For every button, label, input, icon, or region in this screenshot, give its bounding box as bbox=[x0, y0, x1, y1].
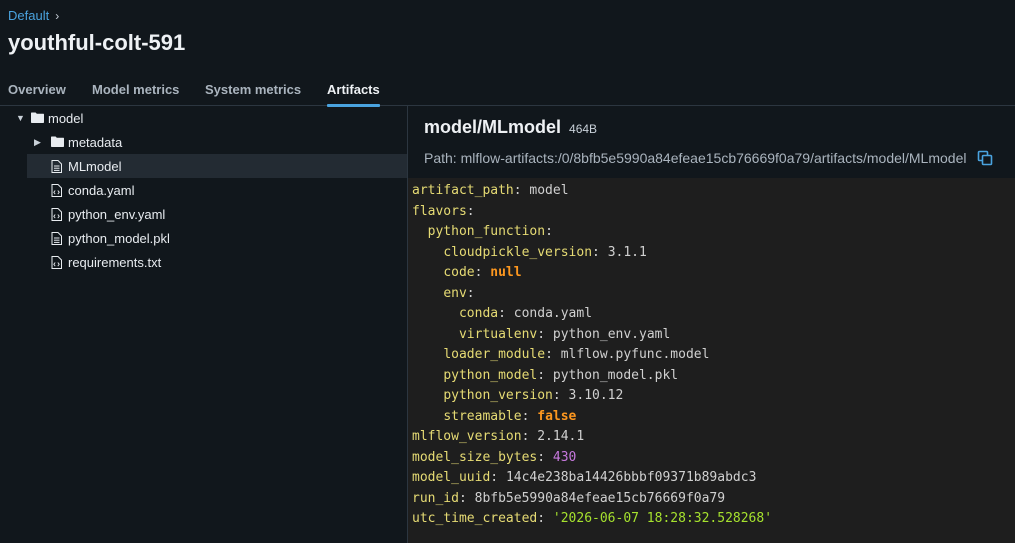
folder-icon bbox=[31, 112, 44, 124]
caret-right-icon[interactable]: ▶ bbox=[34, 137, 44, 148]
artifact-title: model/MLmodel bbox=[424, 117, 562, 137]
code-line: virtualenv: python_env.yaml bbox=[458, 326, 671, 342]
path-value: mlflow-artifacts:/0/8bfb5e5990a84efeae15… bbox=[460, 150, 967, 166]
code-line: python_version: 3.10.12 bbox=[443, 388, 624, 403]
file-code-icon bbox=[51, 184, 63, 197]
copy-icon[interactable] bbox=[977, 150, 993, 166]
code-line: code: null bbox=[443, 265, 522, 280]
tab-bar: Overview Model metrics System metrics Ar… bbox=[0, 82, 1015, 107]
tab-overview[interactable]: Overview bbox=[8, 82, 66, 106]
tree-file-python-model-pkl[interactable]: python_model.pkl bbox=[51, 226, 170, 250]
tree-label: conda.yaml bbox=[68, 182, 135, 198]
code-line: run_id: 8bfb5e5990a84efeae15cb76669f0a79 bbox=[412, 490, 726, 506]
artifact-path: Path: mlflow-artifacts:/0/8bfb5e5990a84e… bbox=[424, 150, 966, 166]
tree-label: python_env.yaml bbox=[68, 206, 166, 222]
file-code-icon bbox=[51, 256, 63, 269]
breadcrumb-link-default[interactable]: Default bbox=[8, 8, 49, 23]
tree-label: MLmodel bbox=[68, 158, 122, 174]
code-line: model_size_bytes: 430 bbox=[412, 449, 577, 465]
code-line: python_model: python_model.pkl bbox=[443, 367, 679, 383]
code-line: utc_time_created: '2026-06-07 18:28:32.5… bbox=[412, 511, 773, 526]
code-line: mlflow_version: 2.14.1 bbox=[412, 429, 585, 444]
breadcrumb: Default › bbox=[8, 8, 59, 23]
tree-file-python-env-yaml[interactable]: python_env.yaml bbox=[51, 202, 165, 226]
file-text-icon bbox=[51, 232, 63, 245]
code-line: cloudpickle_version: 3.1.1 bbox=[443, 244, 647, 260]
code-line: env: bbox=[443, 285, 475, 301]
tree-file-requirements-txt[interactable]: requirements.txt bbox=[51, 250, 161, 274]
tree-label: model bbox=[48, 110, 84, 126]
artifact-content: artifact_path: model flavors: python_fun… bbox=[408, 178, 1015, 543]
artifact-tree: ▼ model ▶ metadata MLmodel conda.yaml py… bbox=[0, 106, 407, 543]
code-line: conda: conda.yaml bbox=[458, 306, 593, 321]
artifact-header: model/MLmodel 464B bbox=[424, 117, 597, 138]
code-line: loader_module: mlflow.pyfunc.model bbox=[443, 347, 710, 362]
code-line: python_function: bbox=[427, 224, 553, 239]
code-line: artifact_path: model bbox=[412, 183, 569, 198]
tab-system-metrics[interactable]: System metrics bbox=[205, 82, 301, 106]
code-line: flavors: bbox=[412, 203, 475, 219]
tree-file-mlmodel[interactable]: MLmodel bbox=[27, 154, 407, 178]
page-title: youthful-colt-591 bbox=[8, 30, 186, 55]
path-label: Path: bbox=[424, 150, 457, 166]
tab-artifacts[interactable]: Artifacts bbox=[327, 82, 380, 107]
file-code-icon bbox=[51, 208, 63, 221]
tab-model-metrics[interactable]: Model metrics bbox=[92, 82, 179, 106]
artifact-size: 464B bbox=[569, 122, 598, 136]
tree-label: requirements.txt bbox=[68, 254, 162, 270]
tree-label: python_model.pkl bbox=[68, 230, 170, 246]
folder-icon bbox=[51, 136, 64, 148]
tree-file-conda-yaml[interactable]: conda.yaml bbox=[51, 178, 134, 202]
code-line: model_uuid: 14c4e238ba14426bbbf09371b89a… bbox=[412, 470, 757, 485]
tree-label: metadata bbox=[68, 134, 123, 150]
tree-folder-metadata[interactable]: ▶ metadata bbox=[34, 130, 122, 154]
caret-down-icon[interactable]: ▼ bbox=[16, 113, 26, 123]
code-line: streamable: false bbox=[443, 408, 577, 424]
tree-folder-model[interactable]: ▼ model bbox=[16, 106, 83, 130]
chevron-right-icon: › bbox=[55, 8, 60, 23]
file-text-icon bbox=[51, 160, 63, 173]
